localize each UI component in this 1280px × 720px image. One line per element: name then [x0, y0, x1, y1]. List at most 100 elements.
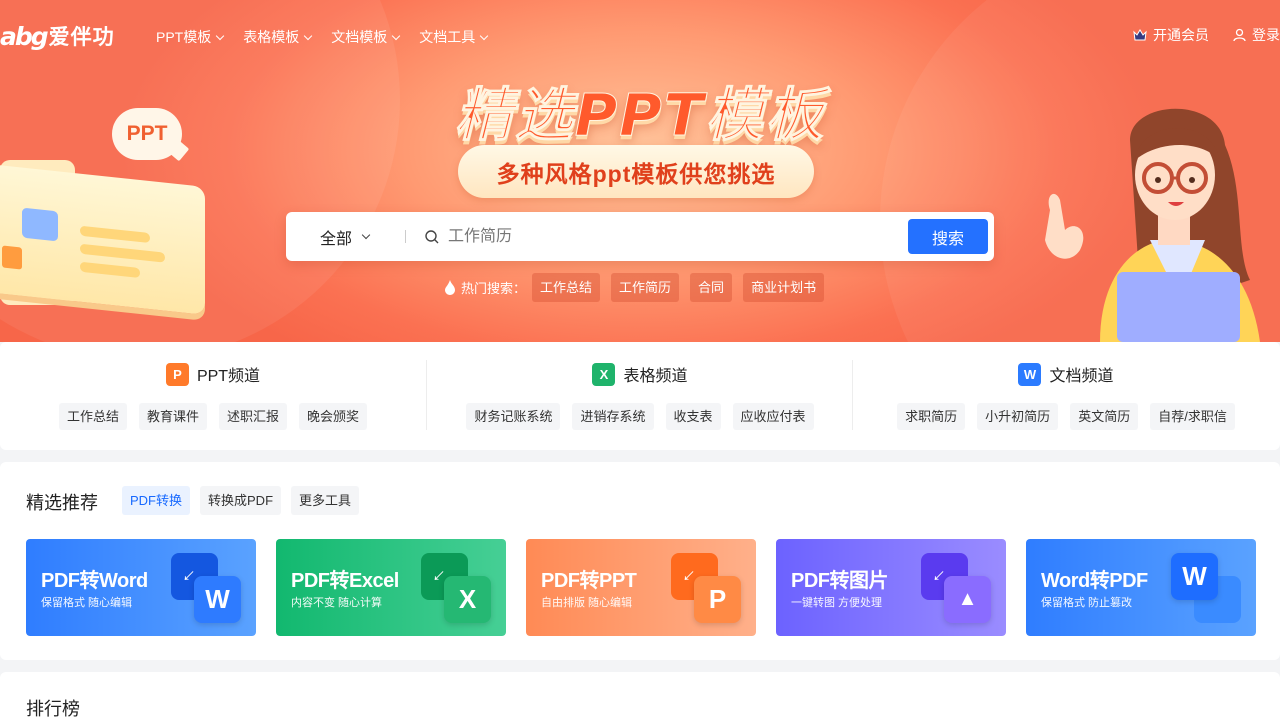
channel-header[interactable]: P PPT频道 — [0, 362, 426, 386]
channel-tag[interactable]: 工作总结 — [58, 403, 127, 430]
card-pdf-to-ppt[interactable]: PDF转PPT 自由排版 随心编辑 ↓ P — [526, 539, 756, 636]
hot-tag[interactable]: 商业计划书 — [743, 273, 825, 302]
nav-label: PPT模板 — [156, 29, 212, 45]
section-title: 精选推荐 — [26, 493, 98, 513]
channel-sheet: X 表格频道 财务记账系统 进销存系统 收支表 应收应付表 — [427, 342, 853, 450]
channel-tag[interactable]: 进销存系统 — [572, 403, 654, 430]
recommend-tabs: PDF转换 转换成PDF 更多工具 — [122, 486, 360, 515]
chevron-down-icon — [361, 230, 371, 240]
tab-more-tools[interactable]: 更多工具 — [291, 486, 360, 515]
ppt-icon: P — [694, 576, 741, 623]
channel-header[interactable]: W 文档频道 — [853, 362, 1279, 386]
crown-icon — [1133, 28, 1147, 40]
channel-tag[interactable]: 英文简历 — [1070, 403, 1139, 430]
card-subtitle: 自由排版 随心编辑 — [541, 597, 633, 609]
hot-tag[interactable]: 工作简历 — [611, 273, 680, 302]
channel-tags: 财务记账系统 进销存系统 收支表 应收应付表 — [427, 403, 853, 430]
user-icon — [1233, 28, 1246, 42]
site-logo[interactable]: abg 爱伴功 — [0, 20, 115, 52]
login-label: 登录 — [1252, 27, 1280, 43]
channel-tag[interactable]: 自荐/求职信 — [1150, 403, 1235, 430]
hero-title: 精选PPT模板 — [454, 81, 826, 150]
text-line — [80, 243, 165, 263]
nav-label: 文档工具 — [419, 29, 476, 45]
image-placeholder-icon — [22, 207, 58, 242]
word-icon: W — [1171, 553, 1218, 600]
nav-item-sheet-templates[interactable]: 表格模板 — [243, 27, 313, 47]
channel-tag[interactable]: 财务记账系统 — [466, 403, 561, 430]
card-title: Word转PDF — [1041, 570, 1148, 592]
image-icon: ▲ — [944, 576, 991, 623]
user-nav: 开通会员 登录 — [1133, 25, 1280, 45]
chevron-down-icon — [479, 31, 489, 40]
channel-tag[interactable]: 晚会颁奖 — [299, 403, 368, 430]
ranking-section: 排行榜 — [0, 672, 1280, 720]
channel-tags: 求职简历 小升初简历 英文简历 自荐/求职信 — [853, 403, 1279, 430]
channel-tag[interactable]: 小升初简历 — [977, 403, 1059, 430]
hero-subtitle: 多种风格ppt模板供您挑选 — [458, 145, 814, 198]
channel-title: 表格频道 — [623, 368, 688, 385]
channel-tag[interactable]: 应收应付表 — [732, 403, 814, 430]
channel-tag[interactable]: 教育课件 — [138, 403, 207, 430]
recommend-section: 精选推荐 PDF转换 转换成PDF 更多工具 PDF转Word 保留格式 随心编… — [0, 462, 1280, 660]
category-label: 全部 — [320, 230, 353, 248]
card-pdf-to-image[interactable]: PDF转图片 一键转图 方便处理 ↓ ▲ — [776, 539, 1006, 636]
card-title: PDF转PPT — [541, 570, 637, 592]
nav-item-ppt-templates[interactable]: PPT模板 — [156, 27, 225, 47]
card-pdf-to-word[interactable]: PDF转Word 保留格式 随心编辑 ↓ W — [26, 539, 256, 636]
login-button[interactable]: 登录 — [1233, 25, 1280, 45]
nav-item-doc-tools[interactable]: 文档工具 — [419, 27, 489, 47]
hot-search-label: 热门搜索： — [444, 278, 526, 297]
nav-item-doc-templates[interactable]: 文档模板 — [331, 27, 401, 47]
channel-tag[interactable]: 求职简历 — [897, 403, 966, 430]
vip-label: 开通会员 — [1153, 27, 1209, 43]
channel-tags: 工作总结 教育课件 述职汇报 晚会颁奖 — [0, 403, 426, 430]
vip-button[interactable]: 开通会员 — [1133, 25, 1209, 45]
card-subtitle: 内容不变 随心计算 — [291, 597, 383, 609]
logo-mark: abg — [0, 21, 49, 51]
chevron-down-icon — [391, 31, 401, 40]
word-icon: W — [194, 576, 241, 623]
hero-banner: PPT abg 爱伴功 PPT模板 表格模板 文档模板 文档工具 开通会员 登录… — [0, 0, 1280, 342]
search-icon — [425, 230, 439, 244]
chart-block-icon — [2, 245, 22, 270]
tab-to-pdf[interactable]: 转换成PDF — [200, 486, 282, 515]
search-bar: 全部 搜索 — [286, 212, 994, 261]
search-button[interactable]: 搜索 — [908, 219, 988, 254]
channel-tag[interactable]: 收支表 — [665, 403, 721, 430]
nav-label: 文档模板 — [331, 29, 388, 45]
card-subtitle: 一键转图 方便处理 — [791, 597, 883, 609]
hot-tag[interactable]: 工作总结 — [532, 273, 601, 302]
word-icon: W — [1018, 362, 1042, 386]
channel-title: PPT频道 — [196, 368, 261, 385]
hot-tag[interactable]: 合同 — [690, 273, 733, 302]
search-divider — [405, 230, 406, 243]
flame-icon — [445, 280, 455, 295]
search-input[interactable] — [448, 222, 888, 251]
search-category-select[interactable]: 全部 — [320, 212, 371, 261]
tab-pdf-convert[interactable]: PDF转换 — [122, 486, 191, 515]
main-nav: PPT模板 表格模板 文档模板 文档工具 — [156, 27, 489, 47]
text-line — [80, 225, 150, 244]
ppt-speech-bubble: PPT — [112, 108, 182, 160]
section-title: 排行榜 — [26, 699, 80, 719]
card-pdf-to-excel[interactable]: PDF转Excel 内容不变 随心计算 ↓ X — [276, 539, 506, 636]
channel-tag[interactable]: 述职汇报 — [219, 403, 288, 430]
logo-text: 爱伴功 — [48, 25, 115, 49]
tool-cards: PDF转Word 保留格式 随心编辑 ↓ W PDF转Excel 内容不变 随心… — [26, 539, 1256, 636]
excel-icon: X — [444, 576, 491, 623]
nav-label: 表格模板 — [243, 29, 300, 45]
chevron-down-icon — [303, 31, 313, 40]
channel-section: P PPT频道 工作总结 教育课件 述职汇报 晚会颁奖 X 表格频道 财务记账系… — [0, 342, 1280, 450]
slide-illustration — [0, 163, 205, 315]
card-title: PDF转图片 — [791, 570, 889, 592]
card-title: PDF转Word — [41, 570, 148, 592]
hot-search-text: 热门搜索： — [461, 281, 527, 296]
excel-icon: X — [592, 362, 616, 386]
channel-ppt: P PPT频道 工作总结 教育课件 述职汇报 晚会颁奖 — [0, 342, 426, 450]
text-line — [80, 261, 140, 278]
card-word-to-pdf[interactable]: Word转PDF 保留格式 防止篡改 W — [1026, 539, 1256, 636]
chevron-down-icon — [215, 31, 225, 40]
channel-doc: W 文档频道 求职简历 小升初简历 英文简历 自荐/求职信 — [853, 342, 1279, 450]
channel-header[interactable]: X 表格频道 — [427, 362, 853, 386]
